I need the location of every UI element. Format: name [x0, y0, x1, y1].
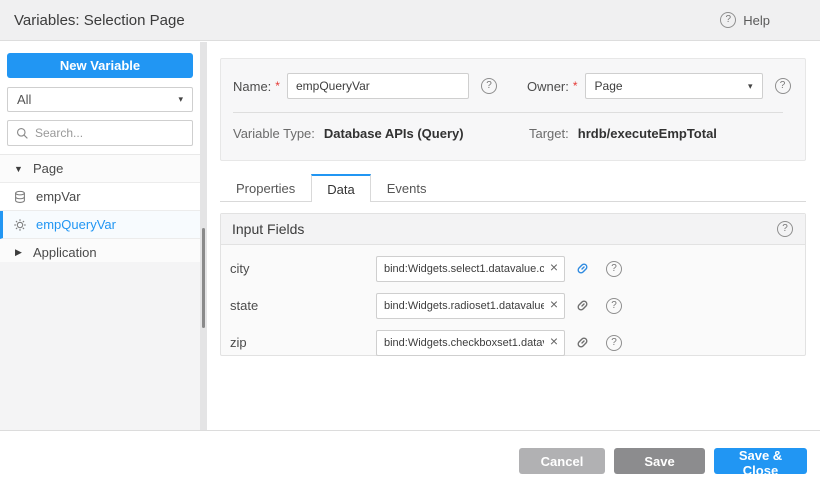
required-marker: *: [275, 79, 280, 93]
expand-collapse-icon[interactable]: ▶: [13, 247, 24, 258]
search-input[interactable]: [35, 126, 184, 140]
tab-events[interactable]: Events: [371, 175, 443, 201]
clear-icon[interactable]: ×: [547, 297, 561, 311]
target-value: hrdb/executeEmpTotal: [578, 126, 717, 141]
clear-icon[interactable]: ×: [547, 334, 561, 348]
new-variable-button[interactable]: New Variable: [7, 53, 193, 78]
chevron-down-icon: ▾: [178, 94, 183, 105]
tree-node-label: Application: [33, 245, 97, 260]
filter-selected-value: All: [17, 92, 31, 107]
search-icon: [16, 127, 29, 140]
variable-filter-select[interactable]: All ▾: [7, 87, 193, 112]
variable-type-label: Variable Type:: [233, 126, 315, 141]
variable-type-value: Database APIs (Query): [324, 126, 464, 141]
input-fields-help-icon[interactable]: ?: [777, 221, 793, 237]
help-label: Help: [743, 13, 770, 28]
help-icon: ?: [720, 12, 736, 28]
variable-summary-panel: Name: * ? Owner: * Page ▾ ? Variable Typ…: [220, 58, 806, 161]
owner-help-icon[interactable]: ?: [775, 78, 791, 94]
city-bind-input[interactable]: [376, 256, 565, 282]
cancel-button[interactable]: Cancel: [519, 448, 605, 474]
tree-node-label: Page: [33, 161, 63, 176]
page-title: Variables: Selection Page: [14, 12, 185, 29]
bind-link-icon[interactable]: [574, 297, 591, 314]
state-help-icon[interactable]: ?: [606, 298, 622, 314]
chevron-down-icon: ▾: [748, 81, 753, 92]
database-icon: [13, 190, 27, 204]
expand-collapse-icon[interactable]: ▼: [13, 164, 24, 174]
bind-link-icon[interactable]: [574, 334, 591, 351]
clear-icon[interactable]: ×: [547, 260, 561, 274]
save-and-close-button[interactable]: Save & Close: [714, 448, 807, 474]
sidebar-divider: [200, 42, 207, 430]
variable-detail-panel: Name: * ? Owner: * Page ▾ ? Variable Typ…: [207, 42, 820, 430]
save-button[interactable]: Save: [614, 448, 705, 474]
scrollbar-thumb[interactable]: [202, 228, 205, 328]
tab-properties[interactable]: Properties: [220, 175, 311, 201]
tree-node-page[interactable]: ▼ Page: [0, 155, 200, 183]
tree-node-empqueryvar[interactable]: empQueryVar: [0, 211, 200, 239]
detail-tabs: Properties Data Events: [220, 175, 806, 202]
input-field-row-state: state × ?: [221, 287, 805, 324]
input-fields-title: Input Fields: [232, 221, 304, 237]
owner-selected-value: Page: [595, 79, 623, 93]
zip-help-icon[interactable]: ?: [606, 335, 622, 351]
owner-label: Owner:: [527, 79, 569, 94]
field-label-city: city: [230, 261, 376, 276]
sidebar-empty-area: [0, 262, 200, 430]
bind-link-icon[interactable]: [574, 260, 591, 277]
tree-node-empvar[interactable]: empVar: [0, 183, 200, 211]
field-label-state: state: [230, 298, 376, 313]
help-button[interactable]: ? Help: [720, 12, 770, 28]
dialog-header: Variables: Selection Page ? Help: [0, 0, 820, 41]
input-fields-panel: Input Fields ? city × ? state ×: [220, 213, 806, 356]
tree-node-label: empQueryVar: [36, 217, 116, 232]
required-marker: *: [573, 79, 578, 93]
city-help-icon[interactable]: ?: [606, 261, 622, 277]
state-bind-input[interactable]: [376, 293, 565, 319]
input-field-row-zip: zip × ?: [221, 324, 805, 361]
tab-data[interactable]: Data: [311, 174, 370, 202]
gear-icon: [13, 218, 27, 232]
name-label: Name:: [233, 79, 271, 94]
field-label-zip: zip: [230, 335, 376, 350]
name-field[interactable]: [287, 73, 469, 99]
target-label: Target:: [529, 126, 569, 141]
dialog-footer: Cancel Save Save & Close: [0, 431, 820, 489]
owner-select[interactable]: Page ▾: [585, 73, 763, 99]
tree-node-label: empVar: [36, 189, 81, 204]
zip-bind-input[interactable]: [376, 330, 565, 356]
variable-search[interactable]: [7, 120, 193, 146]
name-help-icon[interactable]: ?: [481, 78, 497, 94]
input-field-row-city: city × ?: [221, 250, 805, 287]
variables-tree: ▼ Page empVar: [0, 154, 200, 267]
